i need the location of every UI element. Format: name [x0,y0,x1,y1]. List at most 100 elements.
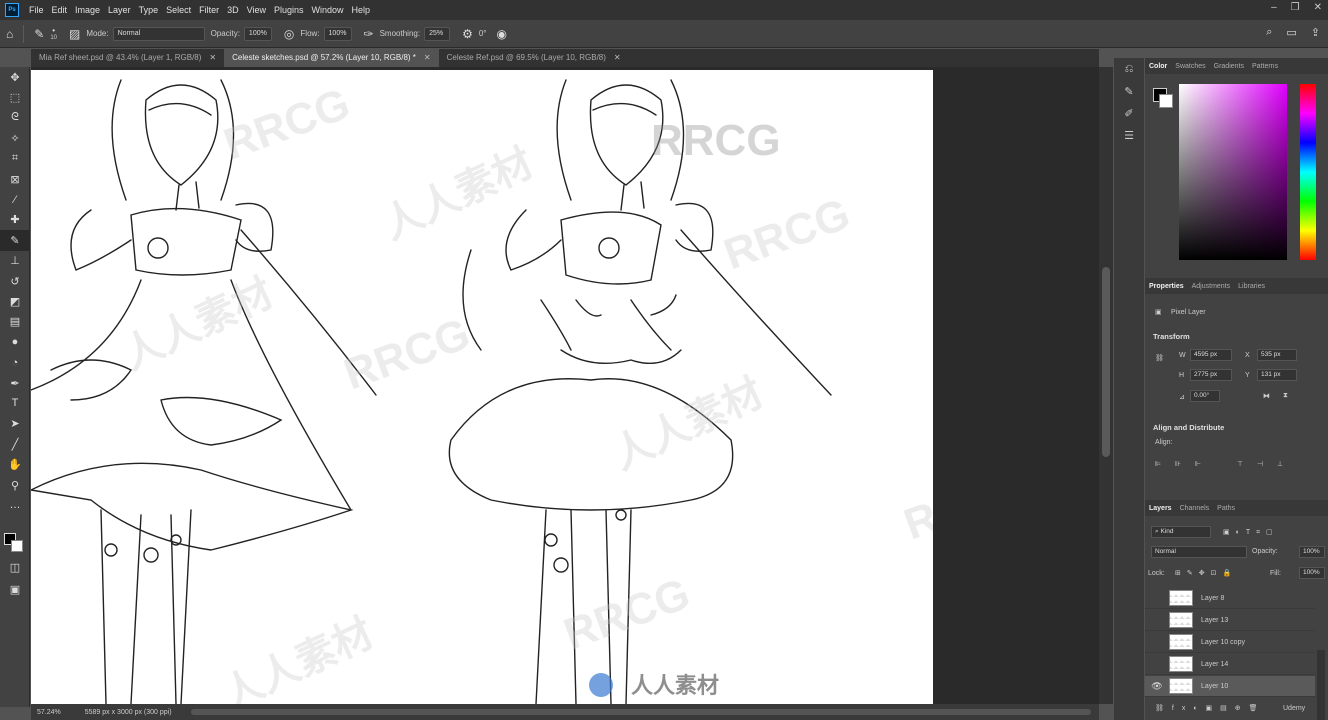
layer-row-selected[interactable]: 👁 Layer 10 [1145,676,1315,697]
type-tool-icon[interactable]: T [0,393,30,413]
menu-edit[interactable]: Edit [48,5,72,15]
share-icon[interactable]: ⇪ [1311,26,1320,39]
eyedropper-tool-icon[interactable]: ⁄ [0,189,30,209]
flip-horizontal-icon[interactable]: ⧓ [1263,392,1270,400]
tab-paths[interactable]: Paths [1213,505,1239,512]
tab-celeste-sketches[interactable]: Celeste sketches.psd @ 57.2% (Layer 10, … [224,49,439,67]
align-middle-icon[interactable]: ⊣ [1257,460,1263,468]
layer-row[interactable]: Layer 10 copy [1145,632,1315,653]
tab-color[interactable]: Color [1145,63,1171,70]
workspace-icon[interactable]: ▭ [1286,26,1296,39]
crop-tool-icon[interactable]: ⌗ [0,149,30,169]
tab-gradients[interactable]: Gradients [1210,63,1248,70]
layer-opacity-field[interactable]: 100% [1299,546,1325,558]
brush-settings-icon[interactable]: ▨ [69,27,80,41]
home-icon[interactable]: ⌂ [6,27,13,41]
align-bottom-icon[interactable]: ⊥ [1277,460,1283,468]
color-picker-field[interactable] [1179,84,1287,260]
height-field[interactable]: 2775 px [1190,369,1232,381]
more-tools-icon[interactable]: … [0,495,30,515]
align-right-icon[interactable]: ⊩ [1195,460,1201,468]
pressure-opacity-icon[interactable]: ◎ [284,27,294,41]
healing-brush-tool-icon[interactable]: ✚ [0,210,30,230]
width-field[interactable]: 4595 px [1190,349,1232,361]
menu-type[interactable]: Type [135,5,163,15]
y-field[interactable]: 131 px [1257,369,1297,381]
lock-icons[interactable]: ⊞✎✥⊡🔒 [1175,569,1237,577]
fill-field[interactable]: 100% [1299,567,1325,579]
align-top-icon[interactable]: ⊤ [1237,460,1243,468]
menu-view[interactable]: View [243,5,270,15]
pen-tool-icon[interactable]: ✒ [0,373,30,393]
hand-tool-icon[interactable]: ✋ [0,454,30,474]
smoothing-field[interactable]: 25% [424,26,451,41]
path-selection-tool-icon[interactable]: ➤ [0,414,30,434]
adjust-sliders-icon[interactable]: ☰ [1114,124,1144,146]
x-field[interactable]: 535 px [1257,349,1297,361]
screen-mode-icon[interactable]: ▣ [0,579,30,599]
blend-mode-select[interactable]: Normal [1151,546,1247,558]
angle-field[interactable]: 0.00° [1190,390,1220,402]
pressure-size-icon[interactable]: ◉ [496,27,506,41]
align-distribute-title[interactable]: Align and Distribute [1153,423,1224,432]
frame-tool-icon[interactable]: ⊠ [0,169,30,189]
eye-icon[interactable]: 👁 [1145,681,1169,692]
menu-select[interactable]: Select [162,5,195,15]
mode-select[interactable]: Normal [112,26,205,41]
menu-filter[interactable]: Filter [195,5,223,15]
layer-filter-icons[interactable]: ▣◐T⌗▢ [1223,528,1279,537]
zoom-level[interactable]: 57.24% [37,709,61,716]
angle-value[interactable]: 0° [479,29,487,38]
magic-wand-tool-icon[interactable]: ✧ [0,128,30,148]
menu-3d[interactable]: 3D [223,5,243,15]
transform-section-title[interactable]: Transform [1153,332,1190,341]
restore-icon[interactable]: ❐ [1291,2,1300,13]
eraser-tool-icon[interactable]: ◩ [0,291,30,311]
zoom-tool-icon[interactable]: ⚲ [0,475,30,495]
layer-row[interactable]: Layer 8 [1145,588,1315,609]
tab-patterns[interactable]: Patterns [1248,63,1282,70]
lasso-tool-icon[interactable]: ᘓ [0,108,30,128]
vertical-scrollbar[interactable] [1099,67,1113,704]
tab-libraries[interactable]: Libraries [1234,283,1269,290]
close-icon[interactable]: ✕ [209,53,216,63]
align-center-icon[interactable]: ⊪ [1175,460,1181,468]
clone-stamp-tool-icon[interactable]: ⊥ [0,251,30,271]
airbrush-icon[interactable]: ✑ [364,27,374,41]
layer-row[interactable]: Layer 14 [1145,654,1315,675]
gradient-tool-icon[interactable]: ▤ [0,312,30,332]
canvas[interactable]: RRCG RRCG RRCG RRCG RRCG RRCG 人人素材 人人素材 … [31,70,933,704]
brushes-icon[interactable]: ✐ [1114,102,1144,124]
menu-file[interactable]: File [25,5,48,15]
brush-tool-icon[interactable]: ✎ [0,230,30,251]
background-color-swatch[interactable] [11,540,23,552]
tab-channels[interactable]: Channels [1176,505,1214,512]
tab-layers[interactable]: Layers [1145,505,1176,512]
opacity-field[interactable]: 100% [243,26,272,41]
marquee-tool-icon[interactable]: ⬚ [0,87,30,107]
line-tool-icon[interactable]: ╱ [0,434,30,454]
close-icon[interactable]: ✕ [614,53,621,63]
move-tool-icon[interactable]: ✥ [0,67,30,87]
close-icon[interactable]: ✕ [1314,2,1322,13]
layer-row[interactable]: Layer 13 [1145,610,1315,631]
layer-action-icons[interactable]: ⛓fx◐▣▤⊕🗑 [1155,704,1266,712]
brush-tip-icon[interactable]: • [52,26,55,35]
flow-field[interactable]: 100% [323,26,352,41]
tab-properties[interactable]: Properties [1145,283,1188,290]
brush-tool-icon[interactable]: ✎ [34,27,44,41]
background-color-swatch[interactable] [1159,94,1173,108]
link-icon[interactable]: ⛓ [1155,354,1164,362]
tab-mia-ref-sheet[interactable]: Mia Ref sheet.psd @ 43.4% (Layer 1, RGB/… [31,49,224,67]
flip-vertical-icon[interactable]: ⧗ [1283,392,1288,400]
menu-plugins[interactable]: Plugins [270,5,308,15]
gear-icon[interactable]: ⚙ [462,27,473,41]
scrollbar-thumb[interactable] [1102,267,1110,457]
minimize-icon[interactable]: – [1271,2,1277,13]
history-icon[interactable]: ⎌ [1114,58,1144,80]
menu-window[interactable]: Window [308,5,348,15]
quick-mask-icon[interactable]: ◫ [0,557,30,577]
dodge-tool-icon[interactable]: ◔ [0,352,30,372]
tab-celeste-ref[interactable]: Celeste Ref.psd @ 69.5% (Layer 10, RGB/8… [439,49,629,67]
tab-swatches[interactable]: Swatches [1171,63,1209,70]
